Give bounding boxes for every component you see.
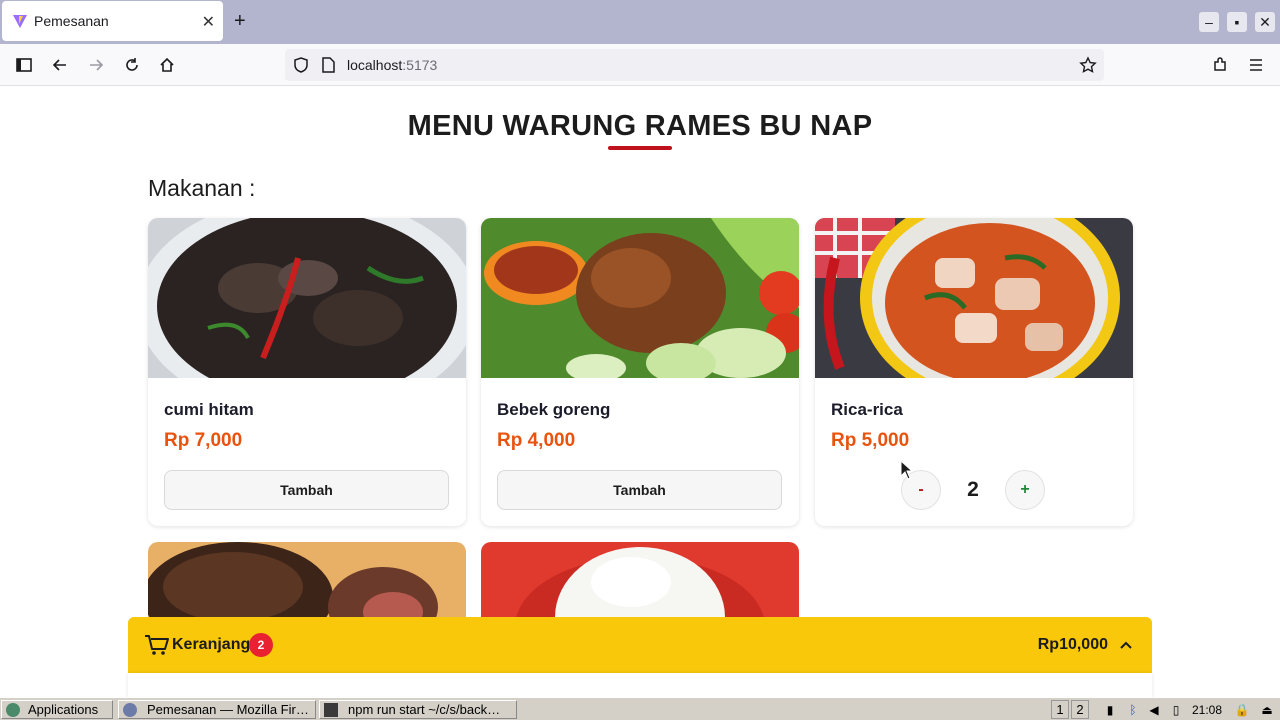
food-image xyxy=(148,218,466,378)
browser-nav-bar: localhost:5173 xyxy=(0,44,1280,86)
taskbar-task-terminal[interactable]: npm run start ~/c/s/back… xyxy=(319,700,517,719)
menu-card-partial xyxy=(148,542,466,622)
add-button[interactable]: Tambah xyxy=(497,470,782,510)
page-content: MENU WARUNG RAMES BU NAP Makanan : cumi … xyxy=(0,86,1280,697)
menu-item-price: Rp 7,000 xyxy=(164,430,243,451)
cart-total: Rp10,000 xyxy=(1037,636,1108,653)
quantity-stepper: - 2 + xyxy=(815,470,1133,510)
tab-title: Pemesanan xyxy=(34,13,109,29)
battery-icon[interactable]: ▯ xyxy=(1167,700,1185,719)
taskbar-task-firefox[interactable]: Pemesanan — Mozilla Fir… xyxy=(118,700,316,719)
maximize-window-icon[interactable]: ▪ xyxy=(1227,12,1247,32)
volume-icon[interactable]: ◀ xyxy=(1145,700,1163,719)
reload-icon[interactable] xyxy=(122,55,142,75)
menu-card: cumi hitam Rp 7,000 Tambah xyxy=(148,218,466,526)
shield-icon[interactable] xyxy=(291,55,311,75)
add-button[interactable]: Tambah xyxy=(164,470,449,510)
clock: 21:08 xyxy=(1191,702,1223,717)
shopping-cart-icon xyxy=(145,635,169,655)
applications-menu-button[interactable]: Applications xyxy=(1,700,113,719)
applications-label: Applications xyxy=(28,702,99,717)
back-icon[interactable] xyxy=(50,55,70,75)
system-taskbar: Applications Pemesanan — Mozilla Fir… np… xyxy=(0,697,1280,720)
close-tab-icon[interactable]: ✕ xyxy=(202,12,215,32)
cart-sheet xyxy=(128,673,1152,697)
increase-quantity-button[interactable]: + xyxy=(1005,470,1045,510)
network-icon[interactable]: ▮ xyxy=(1101,700,1119,719)
page-title: MENU WARUNG RAMES BU NAP xyxy=(407,110,873,142)
food-image xyxy=(148,542,466,622)
home-icon[interactable] xyxy=(157,55,177,75)
new-tab-icon[interactable]: + xyxy=(234,10,246,33)
url-text: localhost:5173 xyxy=(347,57,438,73)
close-window-icon[interactable]: ✕ xyxy=(1255,12,1275,32)
forward-icon[interactable] xyxy=(86,55,106,75)
mouse-cursor-icon xyxy=(900,460,914,480)
cart-bar[interactable]: Keranjang 2 Rp10,000 xyxy=(128,617,1152,673)
task-label: npm run start ~/c/s/back… xyxy=(348,702,501,717)
menu-card-partial xyxy=(481,542,799,622)
extensions-icon[interactable] xyxy=(1210,55,1230,75)
section-label: Makanan : xyxy=(148,175,256,201)
browser-tab[interactable]: Pemesanan ✕ xyxy=(2,1,223,41)
minimize-window-icon[interactable]: – xyxy=(1199,12,1219,32)
quantity-value: 2 xyxy=(967,478,979,501)
title-underline xyxy=(608,146,672,150)
lock-icon[interactable]: 🔒 xyxy=(1233,700,1251,719)
menu-item-name: cumi hitam xyxy=(164,400,254,419)
address-bar[interactable]: localhost:5173 xyxy=(285,49,1104,81)
apps-icon xyxy=(6,702,20,717)
menu-item-price: Rp 5,000 xyxy=(831,430,910,451)
bookmark-star-icon[interactable] xyxy=(1078,55,1098,75)
page-info-icon[interactable] xyxy=(318,55,338,75)
workspace-2-button[interactable]: 2 xyxy=(1071,700,1089,719)
food-image xyxy=(481,218,799,378)
sidebar-toggle-icon[interactable] xyxy=(14,55,34,75)
cart-count-badge: 2 xyxy=(249,633,273,657)
food-image xyxy=(815,218,1133,378)
vite-favicon-icon xyxy=(13,15,27,28)
logout-icon[interactable]: ⏏ xyxy=(1257,700,1277,719)
task-label: Pemesanan — Mozilla Fir… xyxy=(147,702,309,717)
menu-item-name: Rica-rica xyxy=(831,400,903,419)
menu-item-name: Bebek goreng xyxy=(497,400,611,419)
food-image xyxy=(481,542,799,622)
menu-card: Bebek goreng Rp 4,000 Tambah xyxy=(481,218,799,526)
bluetooth-icon[interactable]: ᛒ xyxy=(1124,700,1142,719)
menu-item-price: Rp 4,000 xyxy=(497,430,576,451)
terminal-icon xyxy=(324,702,338,717)
workspace-1-button[interactable]: 1 xyxy=(1051,700,1069,719)
firefox-icon xyxy=(123,702,137,717)
browser-tab-bar: Pemesanan ✕ + – ▪ ✕ xyxy=(0,0,1280,44)
menu-card: Rica-rica Rp 5,000 - 2 + xyxy=(815,218,1133,526)
cart-label: Keranjang xyxy=(172,636,251,653)
menu-icon[interactable] xyxy=(1246,55,1266,75)
chevron-up-icon[interactable] xyxy=(1118,637,1134,653)
